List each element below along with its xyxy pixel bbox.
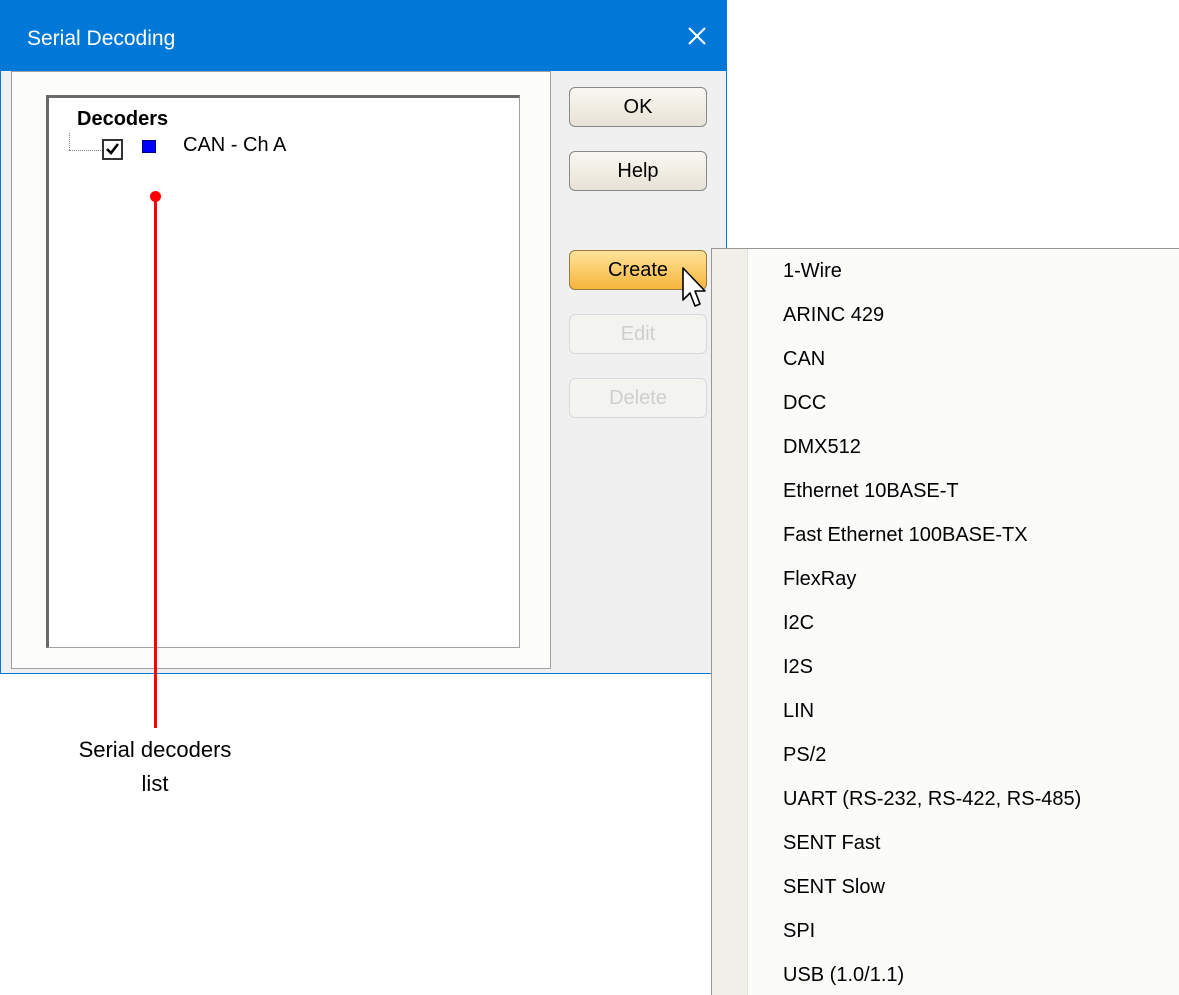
menu-item-can[interactable]: CAN — [783, 343, 1163, 375]
title-bar[interactable]: Serial Decoding — [1, 1, 726, 71]
annotation-label-line1: Serial decoders — [78, 737, 232, 762]
menu-item-ps-2[interactable]: PS/2 — [783, 739, 1163, 771]
menu-item-dcc[interactable]: DCC — [783, 387, 1163, 419]
tree-connector — [69, 150, 101, 151]
dialog-title: Serial Decoding — [27, 27, 176, 50]
decoders-root-label: Decoders — [77, 108, 169, 130]
decoders-list[interactable]: Decoders CAN - Ch A — [46, 95, 520, 648]
decoder-item-can-ch-a[interactable]: CAN - Ch A — [183, 134, 286, 157]
create-dropdown-menu: 1-Wire ARINC 429 CAN DCC DMX512 Ethernet 10BA… — [711, 248, 1179, 995]
annotation-line — [154, 196, 157, 728]
close-icon[interactable] — [682, 21, 712, 51]
annotation-label-line2: list — [141, 771, 169, 796]
menu-item-ethernet-10base-t[interactable]: Ethernet 10BASE-T — [783, 475, 1163, 507]
menu-item-fast-ethernet-100base-tx[interactable]: Fast Ethernet 100BASE-TX — [783, 519, 1163, 551]
menu-item-1-wire[interactable]: 1-Wire — [783, 255, 1163, 287]
menu-item-sent-fast[interactable]: SENT Fast — [783, 827, 1163, 859]
tree-connector — [69, 133, 70, 150]
ok-button[interactable]: OK — [569, 87, 707, 127]
delete-button[interactable]: Delete — [569, 378, 707, 418]
help-button[interactable]: Help — [569, 151, 707, 191]
menu-item-flexray[interactable]: FlexRay — [783, 563, 1163, 595]
menu-item-usb-1-0-1-1[interactable]: USB (1.0/1.1) — [783, 959, 1163, 991]
decoder-enable-checkbox[interactable] — [102, 139, 123, 160]
decoders-panel: Decoders CAN - Ch A — [11, 71, 551, 669]
menu-item-spi[interactable]: SPI — [783, 915, 1163, 947]
mouse-pointer-icon — [682, 267, 706, 307]
menu-item-lin[interactable]: LIN — [783, 695, 1163, 727]
menu-item-i2s[interactable]: I2S — [783, 651, 1163, 683]
menu-item-sent-slow[interactable]: SENT Slow — [783, 871, 1163, 903]
edit-button[interactable]: Edit — [569, 314, 707, 354]
annotation-label: Serial decoders list — [40, 733, 270, 801]
menu-item-i2c[interactable]: I2C — [783, 607, 1163, 639]
decoder-color-swatch — [142, 140, 156, 153]
menu-item-uart-rs-232-rs-422-rs-485[interactable]: UART (RS-232, RS-422, RS-485) — [783, 783, 1163, 815]
menu-gutter — [712, 249, 748, 995]
menu-item-dmx512[interactable]: DMX512 — [783, 431, 1163, 463]
menu-item-arinc-429[interactable]: ARINC 429 — [783, 299, 1163, 331]
